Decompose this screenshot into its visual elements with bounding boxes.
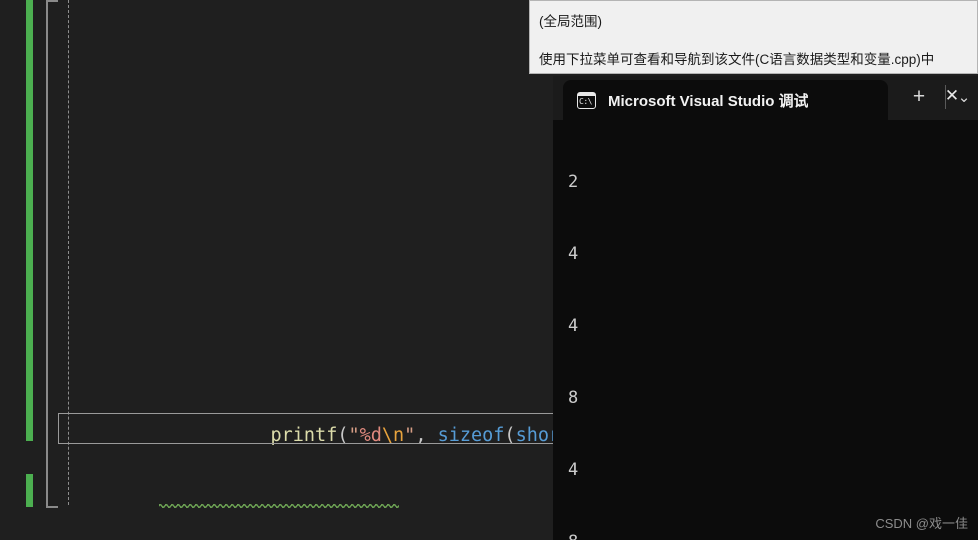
chevron-down-icon[interactable]: ⌄ [953,87,975,109]
token-format-spec: %d [359,425,382,447]
token-comma: , [415,425,427,447]
token-sizeof: sizeof [437,425,505,447]
console-output-line: 8 [568,388,579,408]
console-output-line: 2 [568,172,579,192]
console-output[interactable]: 2 4 4 8 4 8 8 1 1 4 4 F:\VS2022\text - 2… [553,120,978,540]
console-tab[interactable]: C:\ Microsoft Visual Studio 调试控 [563,80,888,120]
screenshot-root: printf("%d\n", sizeof(short)); printf("%… [0,0,978,540]
console-icon: C:\ [577,91,596,109]
change-indicator-bar [26,474,33,507]
indent-guide [68,0,69,505]
token-open-paren: ( [504,425,516,447]
console-output-line: 4 [568,244,579,264]
csdn-watermark: CSDN @戏一佳 [875,516,968,531]
token-quote-open: " [348,425,360,447]
add-tab-icon[interactable]: + [908,86,930,108]
console-output-line: 4 [568,316,579,336]
debug-console-window[interactable]: C:\ Microsoft Visual Studio 调试控 ✕ + ⌄ 2 … [553,76,978,540]
token-open-paren: ( [337,425,349,447]
console-icon-label: C:\ [579,97,592,106]
tooltip-scope-text: (全局范围) [539,14,602,29]
console-output-line: 4 [568,460,579,480]
code-fold-bracket[interactable] [46,0,58,508]
tooltip-description-text: 使用下拉菜单可查看和导航到该文件(C语言数据类型和变量.cpp)中 [539,52,935,67]
tab-separator [945,85,946,109]
token-printf: printf [270,425,338,447]
navigation-bar-tooltip: (全局范围) 使用下拉菜单可查看和导航到该文件(C语言数据类型和变量.cpp)中 [529,0,978,74]
console-titlebar[interactable]: C:\ Microsoft Visual Studio 调试控 ✕ + ⌄ [553,76,978,120]
change-indicator-bar [26,0,33,441]
console-tab-title: Microsoft Visual Studio 调试控 [608,92,808,110]
error-squiggle [159,504,400,509]
token-quote-close: " [404,425,416,447]
token-escape-newline: \n [381,425,405,447]
